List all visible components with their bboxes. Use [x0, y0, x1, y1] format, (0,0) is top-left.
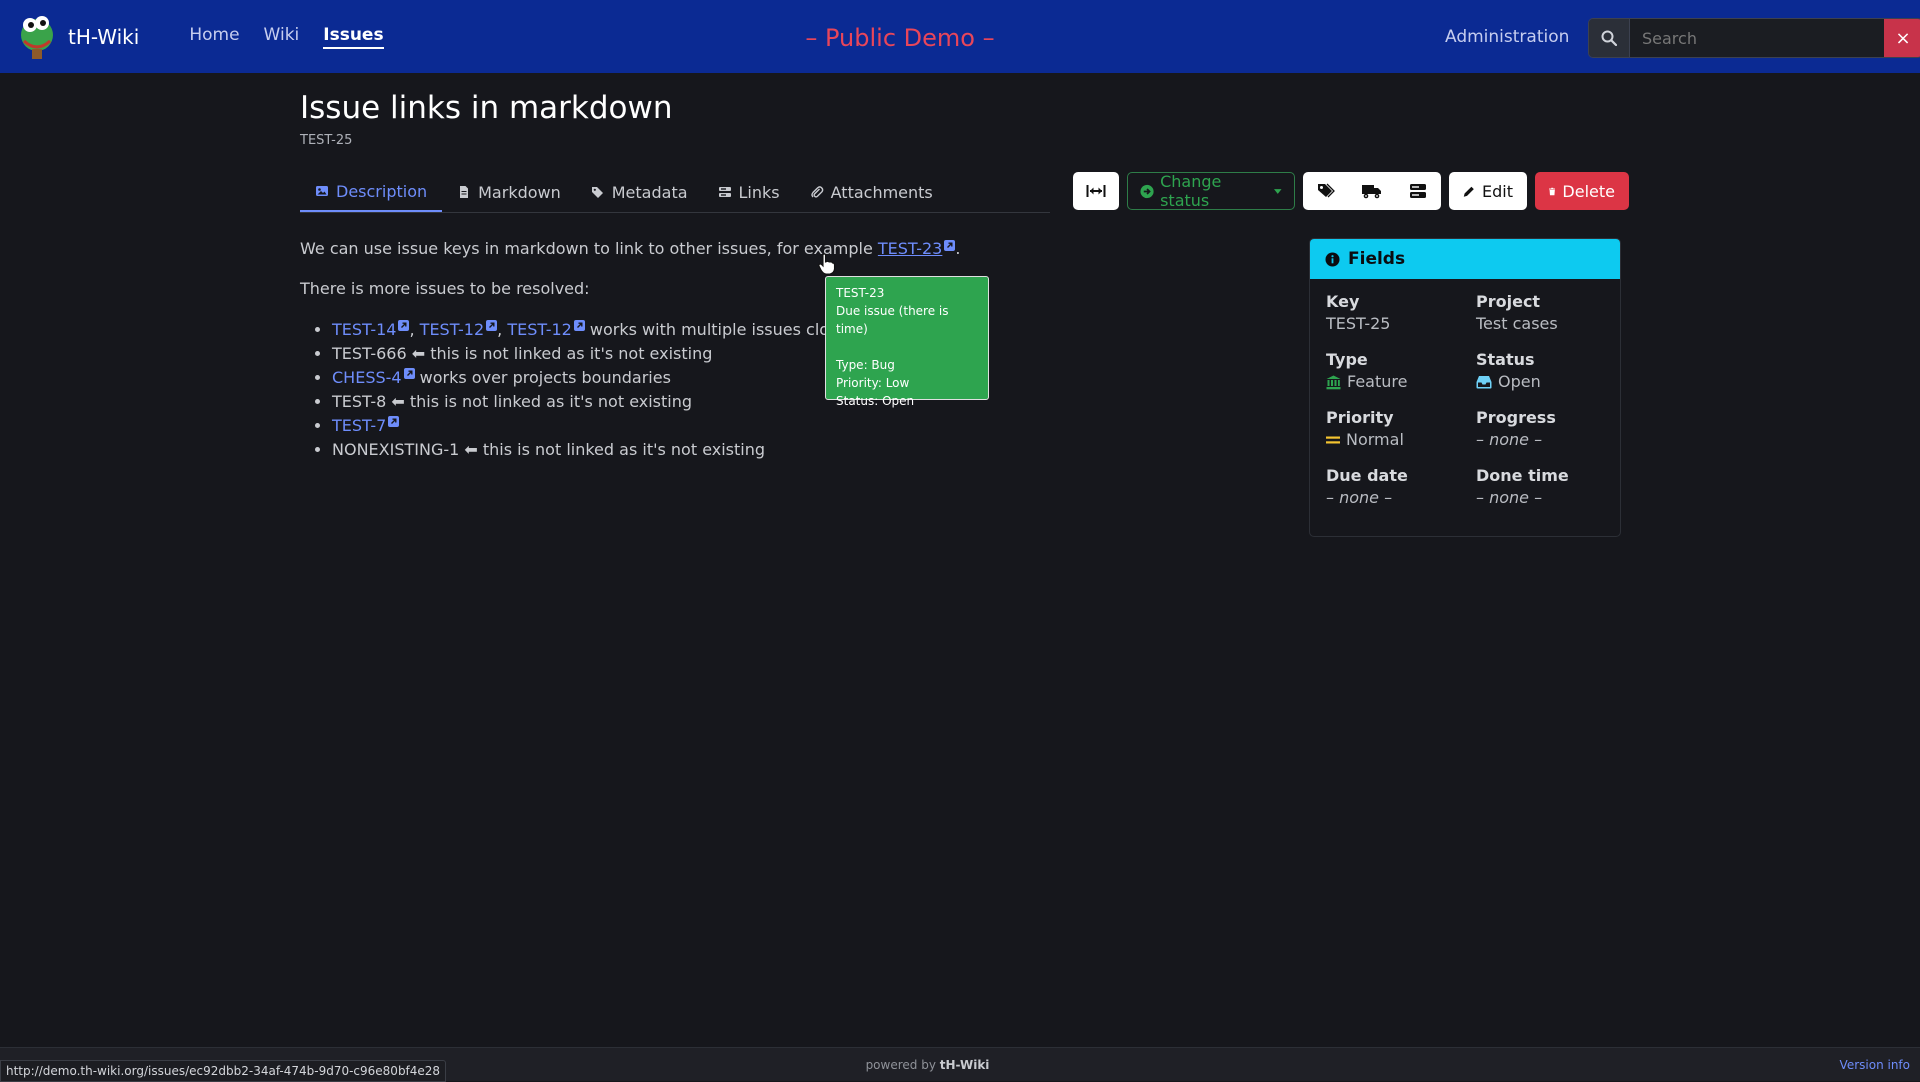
hand-cursor-icon [818, 253, 836, 275]
issue-key: TEST-25 [300, 133, 353, 148]
issue-tabs: Description Markdown Metadata Links Atta… [300, 172, 1050, 213]
external-link-icon [388, 416, 400, 427]
caret-down-icon [1274, 188, 1282, 194]
external-link-icon [486, 320, 498, 331]
field-key: Key TEST-25 [1326, 292, 1391, 333]
fields-card-header: Fields [1310, 239, 1620, 279]
field-due-date: Due date – none – [1326, 466, 1408, 507]
arrow-left-icon: ⬅ [391, 392, 405, 411]
tooltip-status: Status: Open [836, 394, 915, 408]
tooltip-type: Type: Bug [836, 358, 895, 372]
search-input[interactable] [1630, 19, 1884, 57]
fields-grid: Key TEST-25 Project Test cases Type Feat… [1310, 279, 1620, 509]
equals-icon [1326, 436, 1340, 444]
server-icon [1410, 184, 1426, 198]
action-button-group [1303, 172, 1441, 210]
change-status-label: Change status [1160, 172, 1222, 210]
arrows-horizontal-icon [1086, 185, 1106, 197]
administration-link[interactable]: Administration [1445, 27, 1569, 47]
tab-label: Markdown [478, 182, 561, 202]
issue-link-chess-4[interactable]: CHESS-4 [332, 368, 402, 387]
fields-card: Fields Key TEST-25 Project Test cases Ty… [1309, 238, 1621, 537]
tab-markdown[interactable]: Markdown [442, 172, 576, 212]
delete-label: Delete [1562, 181, 1615, 201]
tab-attachments[interactable]: Attachments [795, 172, 948, 212]
tags-icon [591, 187, 603, 198]
tab-description[interactable]: Description [300, 172, 443, 212]
paragraph-1: We can use issue keys in markdown to lin… [300, 239, 961, 258]
issue-tooltip: TEST-23 Due issue (there is time) Type: … [825, 276, 989, 408]
external-link-icon [944, 240, 956, 251]
close-icon: × [1895, 27, 1911, 49]
issue-toolbar: Change status Edit Delete [1073, 172, 1629, 210]
top-navbar: tH-Wiki Home Wiki Issues – Public Demo –… [0, 0, 1920, 73]
tooltip-key: TEST-23 [836, 286, 885, 300]
field-type: Type Feature [1326, 350, 1408, 391]
field-project: Project Test cases [1476, 292, 1558, 333]
tab-label: Links [738, 182, 780, 202]
tab-links[interactable]: Links [703, 172, 795, 212]
change-status-button[interactable]: Change status [1127, 172, 1295, 210]
search-bar: × [1588, 18, 1920, 58]
page-title: Issue links in markdown [300, 90, 673, 126]
search-icon [1601, 30, 1617, 46]
arrow-left-icon: ⬅ [411, 344, 426, 363]
tab-label: Description [336, 181, 428, 201]
truck-icon [1362, 185, 1381, 199]
issue-link-test-7[interactable]: TEST-7 [332, 416, 386, 435]
tab-label: Metadata [611, 182, 688, 202]
list-item: TEST-7 [332, 414, 1060, 438]
browser-status-url: http://demo.th-wiki.org/issues/ec92dbb2-… [0, 1060, 447, 1082]
link-icon [718, 187, 731, 197]
arrow-left-icon: ⬅ [464, 440, 478, 459]
landmark-icon [1326, 375, 1341, 389]
arrow-circle-icon [1140, 184, 1154, 198]
info-icon [1325, 252, 1340, 266]
issue-link-test-14[interactable]: TEST-14 [332, 320, 396, 339]
clear-search-button[interactable]: × [1884, 19, 1920, 57]
delete-button[interactable]: Delete [1535, 172, 1629, 210]
move-button[interactable] [1349, 172, 1395, 210]
paperclip-icon [810, 186, 823, 198]
trash-icon [1549, 187, 1556, 195]
version-info-link[interactable]: Version info [1840, 1058, 1910, 1072]
issue-link-test-23[interactable]: TEST-23 [878, 239, 942, 258]
tags-button[interactable] [1303, 172, 1349, 210]
tag-icon [1318, 183, 1335, 198]
issue-link-test-12[interactable]: TEST-12 [420, 320, 484, 339]
external-link-icon [398, 320, 410, 331]
file-icon [460, 186, 469, 198]
edit-label: Edit [1482, 181, 1513, 201]
image-icon [316, 186, 328, 196]
tab-metadata[interactable]: Metadata [576, 172, 703, 212]
list-item: NONEXISTING-1 ⬅ this is not linked as it… [332, 438, 1060, 462]
pencil-icon [1463, 186, 1474, 197]
field-priority: Priority Normal [1326, 408, 1404, 449]
external-link-icon [403, 368, 415, 379]
edit-button[interactable]: Edit [1449, 172, 1527, 210]
external-link-icon [573, 320, 585, 331]
field-progress: Progress – none – [1476, 408, 1556, 449]
search-button[interactable] [1589, 19, 1630, 57]
tooltip-priority: Priority: Low [836, 376, 910, 390]
tooltip-title: Due issue (there is time) [836, 304, 949, 336]
field-status: Status Open [1476, 350, 1541, 391]
toggle-width-button[interactable] [1073, 172, 1119, 210]
inbox-icon [1476, 376, 1492, 389]
tab-label: Attachments [830, 182, 933, 202]
links-button[interactable] [1395, 172, 1441, 210]
issue-link-test-12-second[interactable]: TEST-12 [507, 320, 571, 339]
field-done-time: Done time – none – [1476, 466, 1569, 507]
